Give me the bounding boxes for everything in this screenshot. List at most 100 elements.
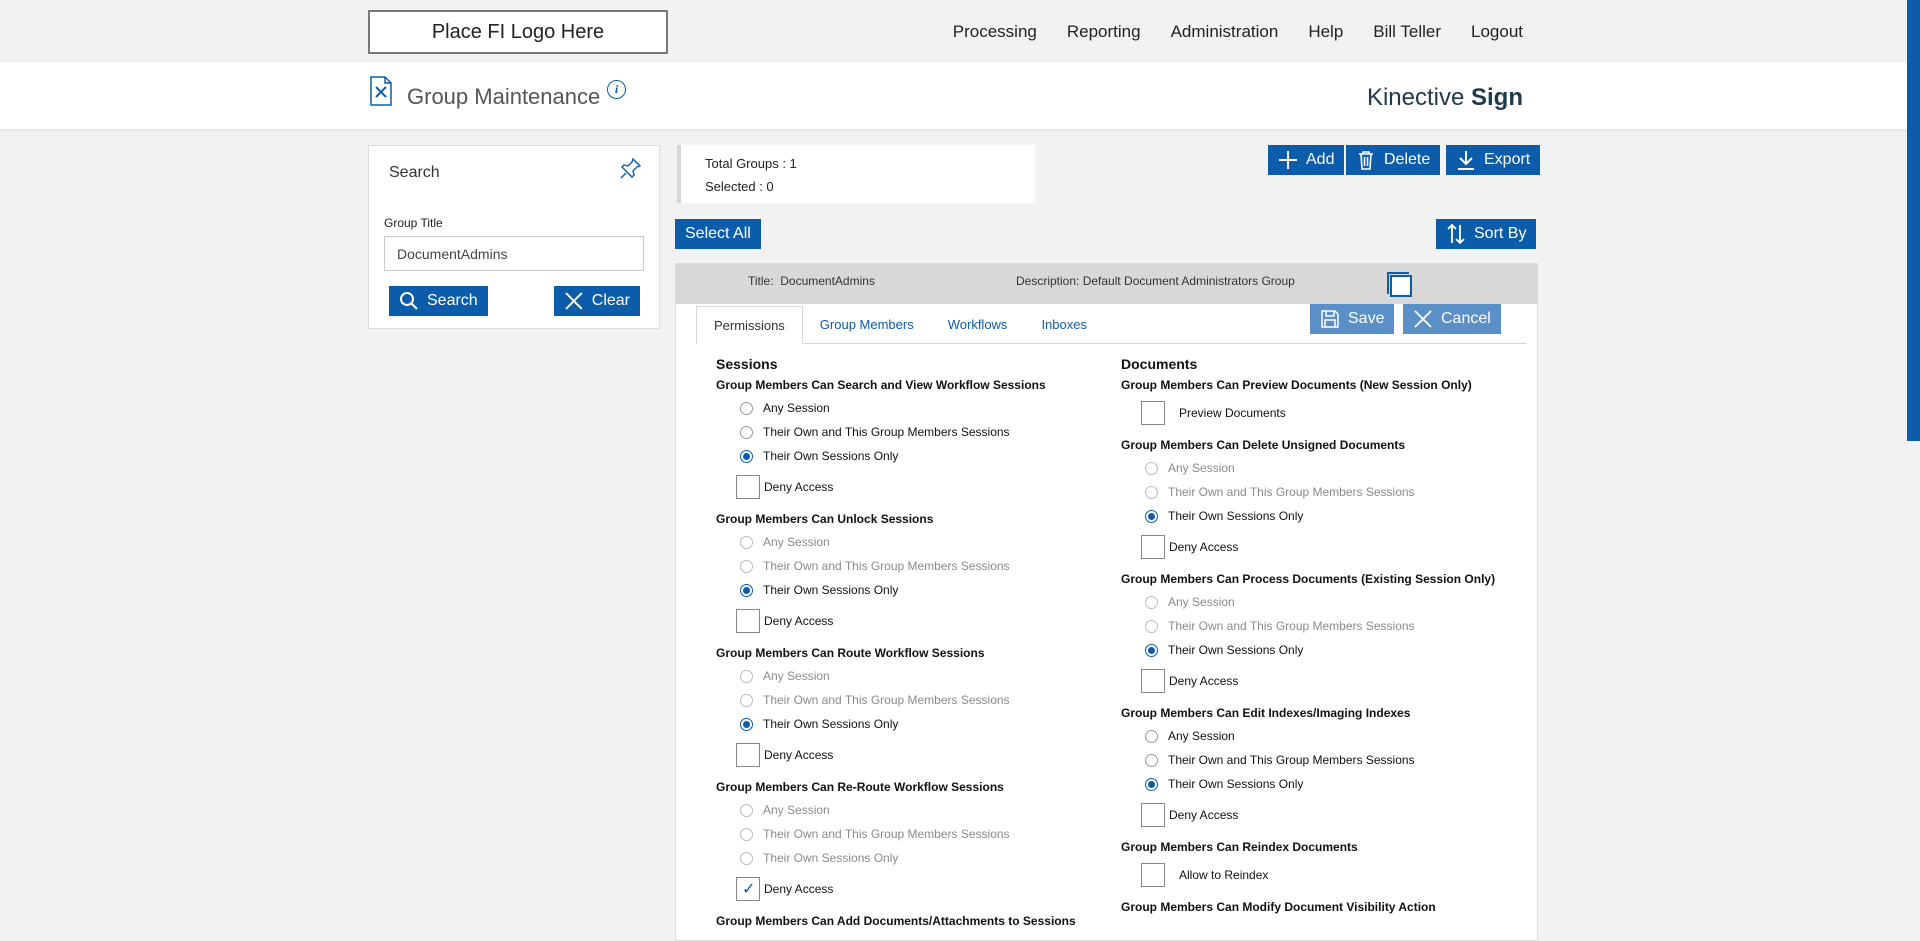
nav-reporting[interactable]: Reporting bbox=[1067, 22, 1141, 42]
search-button[interactable]: Search bbox=[389, 286, 488, 316]
radio-own-only[interactable]: Their Own Sessions Only bbox=[1121, 504, 1495, 528]
sort-by-button[interactable]: Sort By bbox=[1436, 219, 1537, 249]
radio-any-session[interactable]: Any Session bbox=[716, 530, 1076, 554]
radio-any-session[interactable]: Any Session bbox=[716, 664, 1076, 688]
radio-button[interactable] bbox=[740, 669, 753, 683]
radio-button[interactable] bbox=[740, 535, 753, 549]
info-icon[interactable]: i bbox=[607, 80, 626, 99]
radio-button[interactable] bbox=[740, 401, 753, 415]
preview-documents-checkbox[interactable] bbox=[1141, 401, 1165, 425]
radio-button[interactable] bbox=[1145, 461, 1158, 475]
export-button[interactable]: Export bbox=[1446, 145, 1541, 175]
deny-access-option[interactable]: Deny Access bbox=[716, 738, 1076, 772]
radio-any-session[interactable]: Any Session bbox=[716, 798, 1076, 822]
selected-count: Selected : 0 bbox=[705, 179, 774, 194]
nav-user-menu[interactable]: Bill Teller bbox=[1373, 22, 1441, 42]
radio-button[interactable] bbox=[740, 803, 753, 817]
radio-any-session[interactable]: Any Session bbox=[716, 396, 1076, 420]
radio-button[interactable] bbox=[740, 583, 753, 597]
preview-documents-option[interactable]: Preview Documents bbox=[1121, 396, 1495, 430]
clear-button[interactable]: Clear bbox=[554, 286, 640, 316]
group-row-header[interactable]: Title: DocumentAdmins Description: Defau… bbox=[676, 264, 1537, 304]
radio-own-only[interactable]: Their Own Sessions Only bbox=[1121, 638, 1495, 662]
radio-button[interactable] bbox=[1145, 595, 1158, 609]
deny-access-option[interactable]: Deny Access bbox=[716, 872, 1076, 906]
pin-icon[interactable] bbox=[619, 156, 643, 180]
radio-button[interactable] bbox=[740, 425, 753, 439]
radio-button[interactable] bbox=[740, 851, 753, 865]
radio-own-only[interactable]: Their Own Sessions Only bbox=[716, 444, 1076, 468]
radio-button[interactable] bbox=[740, 693, 753, 707]
tab-workflows[interactable]: Workflows bbox=[931, 306, 1025, 343]
radio-own-and-group[interactable]: Their Own and This Group Members Session… bbox=[1121, 480, 1495, 504]
save-button-label: Save bbox=[1348, 310, 1385, 327]
radio-button[interactable] bbox=[1145, 729, 1158, 743]
deny-access-option[interactable]: Deny Access bbox=[716, 604, 1076, 638]
radio-any-session[interactable]: Any Session bbox=[1121, 456, 1495, 480]
radio-own-and-group[interactable]: Their Own and This Group Members Session… bbox=[1121, 748, 1495, 772]
radio-own-only[interactable]: Their Own Sessions Only bbox=[716, 578, 1076, 602]
tab-inboxes[interactable]: Inboxes bbox=[1024, 306, 1104, 343]
radio-label: Any Session bbox=[763, 401, 830, 415]
allow-reindex-option[interactable]: Allow to Reindex bbox=[1121, 858, 1495, 892]
deny-access-checkbox[interactable] bbox=[1141, 803, 1165, 827]
allow-reindex-checkbox[interactable] bbox=[1141, 863, 1165, 887]
radio-button[interactable] bbox=[740, 827, 753, 841]
radio-own-and-group[interactable]: Their Own and This Group Members Session… bbox=[716, 688, 1076, 712]
deny-access-checkbox[interactable] bbox=[1141, 669, 1165, 693]
radio-own-and-group[interactable]: Their Own and This Group Members Session… bbox=[716, 554, 1076, 578]
nav-help[interactable]: Help bbox=[1308, 22, 1343, 42]
radio-own-and-group[interactable]: Their Own and This Group Members Session… bbox=[1121, 614, 1495, 638]
deny-access-checkbox[interactable] bbox=[736, 475, 760, 499]
deny-access-option[interactable]: Deny Access bbox=[716, 470, 1076, 504]
delete-button[interactable]: Delete bbox=[1346, 145, 1441, 175]
deny-access-option[interactable]: Deny Access bbox=[1121, 798, 1495, 832]
brand-logo: Kinective Sign bbox=[1367, 84, 1523, 112]
group-select-checkbox[interactable] bbox=[1387, 272, 1412, 297]
nav-processing[interactable]: Processing bbox=[953, 22, 1037, 42]
tab-permissions[interactable]: Permissions bbox=[696, 306, 803, 344]
radio-button[interactable] bbox=[1145, 485, 1158, 499]
radio-own-only[interactable]: Their Own Sessions Only bbox=[1121, 772, 1495, 796]
search-panel: Search Group Title Search Clear bbox=[368, 145, 660, 329]
clear-button-label: Clear bbox=[591, 292, 630, 309]
cancel-button[interactable]: Cancel bbox=[1403, 304, 1501, 334]
deny-access-option[interactable]: Deny Access bbox=[1121, 530, 1495, 564]
deny-access-checkbox[interactable] bbox=[736, 609, 760, 633]
radio-own-and-group[interactable]: Their Own and This Group Members Session… bbox=[716, 420, 1076, 444]
nav-logout[interactable]: Logout bbox=[1471, 22, 1523, 42]
page-scrollbar[interactable] bbox=[1907, 0, 1920, 441]
group-title-input[interactable] bbox=[384, 236, 644, 271]
deny-access-option[interactable]: Deny Access bbox=[1121, 664, 1495, 698]
documents-permissions: Documents Group Members Can Preview Docu… bbox=[1121, 356, 1495, 918]
radio-label: Any Session bbox=[1168, 729, 1235, 743]
perm-question: Group Members Can Edit Indexes/Imaging I… bbox=[1121, 706, 1411, 720]
nav-administration[interactable]: Administration bbox=[1171, 22, 1279, 42]
add-button-label: Add bbox=[1306, 151, 1335, 168]
radio-own-only[interactable]: Their Own Sessions Only bbox=[716, 712, 1076, 736]
radio-button[interactable] bbox=[740, 449, 753, 463]
radio-button[interactable] bbox=[740, 559, 753, 573]
radio-own-only[interactable]: Their Own Sessions Only bbox=[716, 846, 1076, 870]
fi-logo-placeholder: Place FI Logo Here bbox=[368, 10, 668, 54]
tab-group-members[interactable]: Group Members bbox=[803, 306, 931, 343]
radio-button[interactable] bbox=[1145, 753, 1158, 767]
documents-heading: Documents bbox=[1121, 356, 1198, 372]
save-button[interactable]: Save bbox=[1310, 304, 1395, 334]
radio-button[interactable] bbox=[1145, 509, 1158, 523]
radio-own-and-group[interactable]: Their Own and This Group Members Session… bbox=[716, 822, 1076, 846]
allow-reindex-label: Allow to Reindex bbox=[1179, 868, 1269, 882]
select-all-button[interactable]: Select All bbox=[675, 219, 761, 249]
radio-button[interactable] bbox=[1145, 643, 1158, 657]
total-groups: Total Groups : 1 bbox=[705, 156, 797, 171]
radio-any-session[interactable]: Any Session bbox=[1121, 724, 1495, 748]
radio-button[interactable] bbox=[1145, 619, 1158, 633]
radio-button[interactable] bbox=[740, 717, 753, 731]
deny-access-checkbox[interactable] bbox=[736, 877, 760, 901]
save-icon bbox=[1321, 310, 1339, 328]
deny-access-checkbox[interactable] bbox=[1141, 535, 1165, 559]
radio-button[interactable] bbox=[1145, 777, 1158, 791]
add-button[interactable]: Add bbox=[1268, 145, 1345, 175]
deny-access-checkbox[interactable] bbox=[736, 743, 760, 767]
radio-any-session[interactable]: Any Session bbox=[1121, 590, 1495, 614]
